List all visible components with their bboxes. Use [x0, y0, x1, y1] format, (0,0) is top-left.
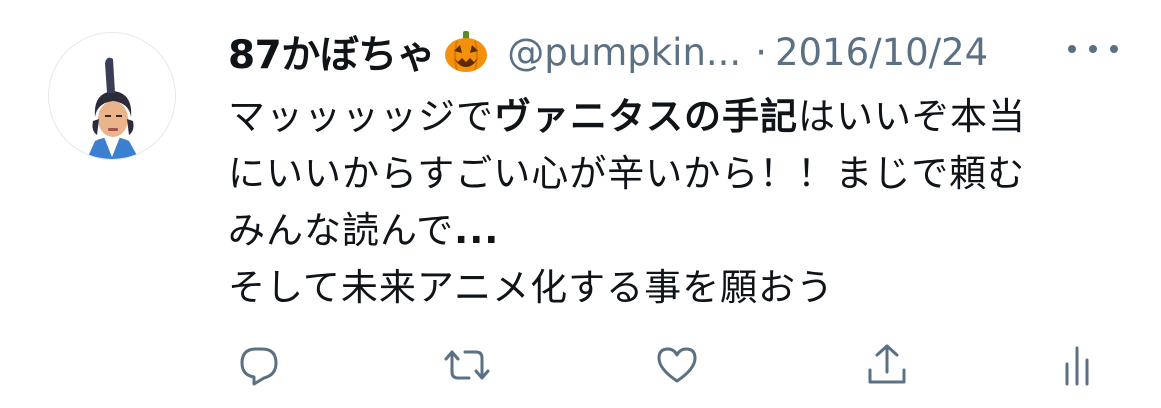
avatar-image: [49, 33, 175, 159]
tweet-text: マッッッッジでヴァニタスの手記はいいぞ本当 にいいからすごい心が辛いから！！まじ…: [228, 88, 1128, 316]
tweet-text-segment: そして未来アニメ化する事を願おう: [228, 266, 835, 309]
like-button[interactable]: [650, 338, 704, 392]
tweet-text-segment: マッッッッジで: [228, 95, 494, 138]
tweet-text-bold: ヴァニタスの手記: [494, 95, 798, 138]
more-options-button[interactable]: [1068, 34, 1118, 64]
avatar[interactable]: [48, 32, 176, 160]
separator-dot: ·: [755, 30, 767, 74]
retweet-button[interactable]: [440, 338, 494, 392]
tweet-text-segment: はいいぞ本当: [798, 95, 1026, 138]
more-dot-icon: [1110, 45, 1118, 53]
tweet-text-segment: みんな読んで: [228, 209, 455, 252]
more-dot-icon: [1089, 45, 1097, 53]
tweet-text-segment: にいいからすごい心が辛いから！！まじで頼む: [228, 152, 1026, 195]
display-name[interactable]: 87かぼちゃ: [228, 24, 436, 80]
jack-o-lantern-icon: [443, 29, 489, 75]
share-button[interactable]: [860, 338, 914, 392]
analytics-icon: [1065, 346, 1089, 386]
retweet-icon: [444, 350, 490, 380]
share-icon: [868, 344, 906, 384]
like-icon: [657, 347, 697, 383]
tweet-line: にいいからすごい心が辛いから！！まじで頼む: [228, 145, 1128, 202]
user-handle[interactable]: @pumpkin...: [507, 31, 741, 74]
tweet-line: マッッッッジでヴァニタスの手記はいいぞ本当: [228, 88, 1128, 145]
reply-button[interactable]: [232, 338, 286, 392]
tweet-line: そして未来アニメ化する事を願おう: [228, 259, 1128, 316]
tweet-text-bold: ...: [454, 209, 500, 252]
reply-icon: [240, 347, 278, 386]
more-dot-icon: [1068, 45, 1076, 53]
tweet-header: 87かぼちゃ @pumpkin... · 2016/10/24: [228, 22, 988, 82]
analytics-button[interactable]: [1050, 338, 1104, 392]
tweet-line: みんな読んで...: [228, 202, 1128, 259]
tweet-actions-bar: [0, 338, 1161, 394]
tweet-date[interactable]: 2016/10/24: [775, 31, 988, 74]
